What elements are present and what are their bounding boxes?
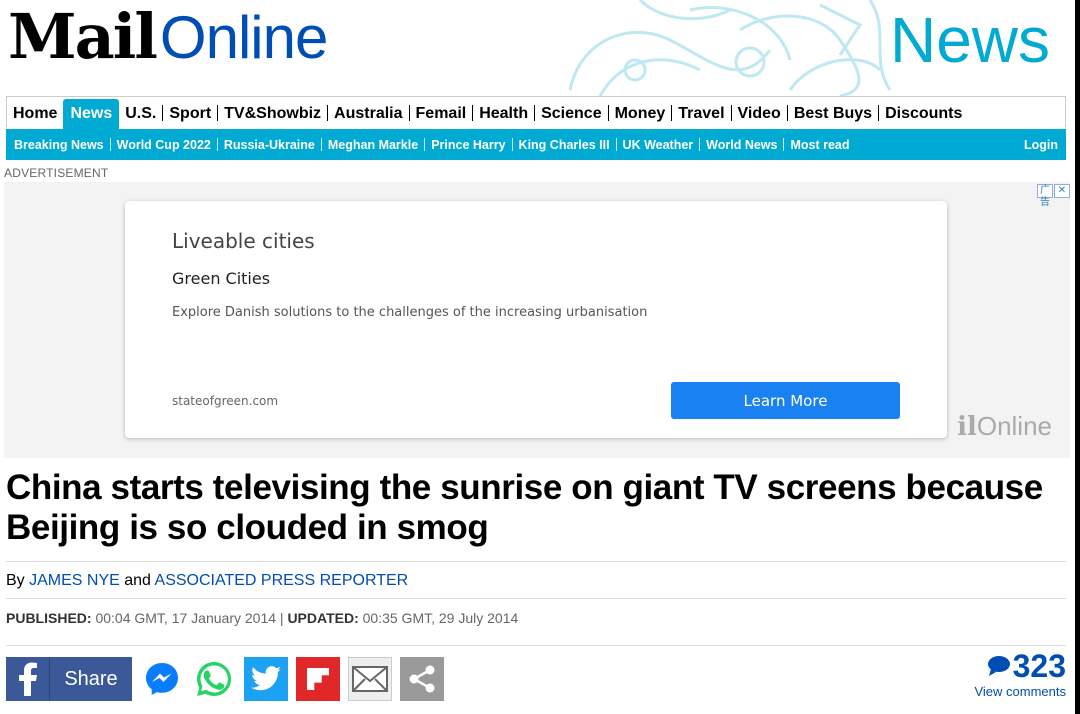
updated-label: UPDATED:: [287, 610, 359, 626]
divider: [6, 598, 1066, 599]
divider: [6, 645, 1066, 646]
ad-watermark-logo: il Online: [957, 411, 1052, 442]
ad-watermark-mail: il: [957, 412, 977, 442]
nav-item-home[interactable]: Home: [7, 99, 63, 129]
ad-body[interactable]: Explore Danish solutions to the challeng…: [172, 305, 647, 320]
nav-item-u-s[interactable]: U.S.: [119, 99, 162, 129]
subnav-item-meghan-markle[interactable]: Meghan Markle: [322, 138, 424, 152]
nav-item-australia[interactable]: Australia: [328, 99, 408, 129]
facebook-share-label: Share: [64, 667, 118, 690]
mailonline-logo[interactable]: Mail Online: [8, 0, 328, 73]
byline-and: and: [119, 572, 155, 589]
nav-item-video[interactable]: Video: [732, 99, 787, 129]
window-edge: [1075, 0, 1080, 714]
comments-count-row[interactable]: 323: [974, 649, 1066, 683]
email-share-button[interactable]: [348, 657, 392, 701]
updated-value: 00:35 GMT, 29 July 2014: [358, 610, 519, 626]
whatsapp-share-button[interactable]: [192, 657, 236, 701]
twitter-icon: [251, 666, 281, 691]
comments-link[interactable]: 323 View comments: [974, 649, 1066, 699]
logo-online-text: Online: [159, 4, 328, 71]
advertisement-label: ADVERTISEMENT: [4, 166, 109, 180]
article-dates: PUBLISHED: 00:04 GMT, 17 January 2014 | …: [6, 610, 518, 626]
logo-mail-text: Mail: [8, 0, 158, 73]
subnav-item-prince-harry[interactable]: Prince Harry: [425, 138, 511, 152]
nav-item-femail[interactable]: Femail: [410, 99, 473, 129]
byline: By JAMES NYE and ASSOCIATED PRESS REPORT…: [6, 572, 408, 590]
published-value: 00:04 GMT, 17 January 2014 |: [91, 610, 288, 626]
share-more-icon: [409, 665, 435, 693]
primary-nav: Home News U.S. Sport TV&Showbiz Australia Fema…: [6, 96, 1066, 129]
nav-item-best-buys[interactable]: Best Buys: [788, 99, 878, 129]
messenger-icon: [146, 663, 178, 695]
subnav-item-russia-ukraine[interactable]: Russia-Ukraine: [218, 138, 321, 152]
share-bar: Share: [6, 657, 444, 701]
author-link[interactable]: ASSOCIATED PRESS REPORTER: [155, 572, 409, 589]
ad-learn-more-button[interactable]: Learn More: [671, 382, 900, 419]
share-more-button[interactable]: [400, 657, 444, 701]
section-title: News: [889, 4, 1050, 76]
nav-item-science[interactable]: Science: [535, 99, 607, 129]
ad-domain[interactable]: stateofgreen.com: [172, 394, 278, 408]
divider: [6, 561, 1066, 562]
nav-item-news[interactable]: News: [63, 99, 120, 129]
comments-count[interactable]: 323: [1013, 649, 1066, 683]
facebook-icon: [6, 657, 50, 701]
nav-item-money[interactable]: Money: [609, 99, 672, 129]
secondary-nav: Breaking News World Cup 2022 Russia-Ukrain…: [6, 129, 1066, 160]
view-comments-link[interactable]: View comments: [974, 684, 1066, 699]
article-headline: China starts televising the sunrise on g…: [6, 468, 1043, 547]
author-link[interactable]: JAMES NYE: [29, 572, 120, 589]
masthead: Mail Online News: [0, 0, 1080, 96]
email-icon: [352, 666, 388, 692]
nav-item-tv-showbiz[interactable]: TV&Showbiz: [218, 99, 327, 129]
subnav-item-breaking-news[interactable]: Breaking News: [8, 138, 110, 152]
nav-item-discounts[interactable]: Discounts: [879, 99, 968, 129]
comment-bubble-icon: [987, 656, 1010, 676]
ad-close-icon[interactable]: ✕: [1054, 184, 1070, 198]
whatsapp-icon: [197, 661, 232, 696]
nav-item-sport[interactable]: Sport: [163, 99, 217, 129]
ad-choices-icon[interactable]: 广告: [1037, 184, 1053, 208]
twitter-share-button[interactable]: [244, 657, 288, 701]
subnav-item-world-cup-2022[interactable]: World Cup 2022: [111, 138, 217, 152]
messenger-share-button[interactable]: [140, 657, 184, 701]
published-label: PUBLISHED:: [6, 610, 92, 626]
subnav-item-most-read[interactable]: Most read: [784, 138, 855, 152]
facebook-share-button[interactable]: Share: [6, 657, 132, 701]
ad-card[interactable]: Liveable cities Green Cities Explore Dan…: [125, 201, 947, 438]
subnav-item-world-news[interactable]: World News: [700, 138, 783, 152]
ad-container: 广告 ✕ Liveable cities Green Cities Explor…: [4, 182, 1070, 458]
ad-choices[interactable]: 广告 ✕: [1037, 184, 1070, 208]
subnav-item-king-charles-iii[interactable]: King Charles III: [513, 138, 616, 152]
ad-advertiser[interactable]: Green Cities: [172, 269, 270, 288]
login-link[interactable]: Login: [1024, 138, 1066, 152]
ad-headline[interactable]: Liveable cities: [172, 229, 315, 253]
nav-item-health[interactable]: Health: [473, 99, 534, 129]
ad-watermark-online: Online: [976, 411, 1052, 441]
subnav-item-uk-weather[interactable]: UK Weather: [617, 138, 700, 152]
flipboard-share-button[interactable]: [296, 657, 340, 701]
nav-item-travel[interactable]: Travel: [672, 99, 730, 129]
byline-prefix: By: [6, 572, 30, 589]
flipboard-icon: [307, 668, 329, 690]
